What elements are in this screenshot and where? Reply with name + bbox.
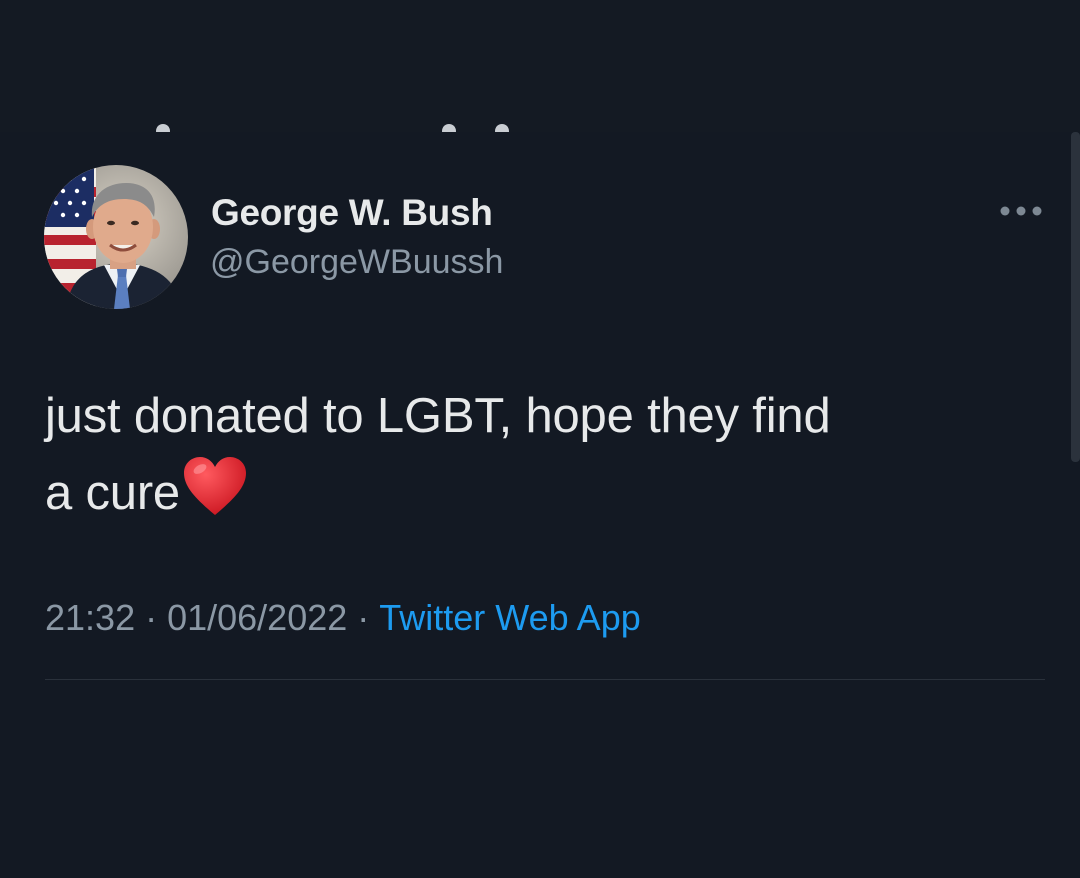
- cut-glyph: [495, 124, 509, 132]
- divider: [45, 679, 1045, 680]
- scrollbar[interactable]: [1071, 132, 1080, 462]
- tweet-metadata: 21:32 · 01/06/2022 · Twitter Web App: [45, 597, 641, 639]
- tweet-text-line-2-text: a cure: [45, 466, 180, 520]
- tweet-text-line-2: a cure: [45, 455, 1035, 532]
- tweet-text: just donated to LGBT, hope they find a c…: [45, 378, 1035, 532]
- more-dots-icon: [1000, 206, 1042, 216]
- avatar[interactable]: [44, 165, 188, 309]
- more-options-button[interactable]: [996, 196, 1046, 226]
- source-link[interactable]: Twitter Web App: [379, 597, 640, 638]
- separator: ·: [357, 597, 370, 638]
- user-handle[interactable]: @GeorgeWBuussh: [210, 243, 503, 282]
- tweet-text-line-1: just donated to LGBT, hope they find: [45, 389, 831, 443]
- separator: ·: [145, 597, 158, 638]
- cut-glyph: [442, 124, 456, 132]
- profile-photo-icon: [44, 165, 188, 309]
- previous-content-area: [0, 0, 1080, 132]
- red-heart-icon: [184, 457, 246, 515]
- display-name[interactable]: George W. Bush: [211, 192, 493, 234]
- cut-off-text: [60, 90, 760, 132]
- tweet-time: 21:32: [45, 597, 136, 638]
- cut-glyph: [156, 124, 170, 132]
- tweet-date: 01/06/2022: [167, 597, 348, 638]
